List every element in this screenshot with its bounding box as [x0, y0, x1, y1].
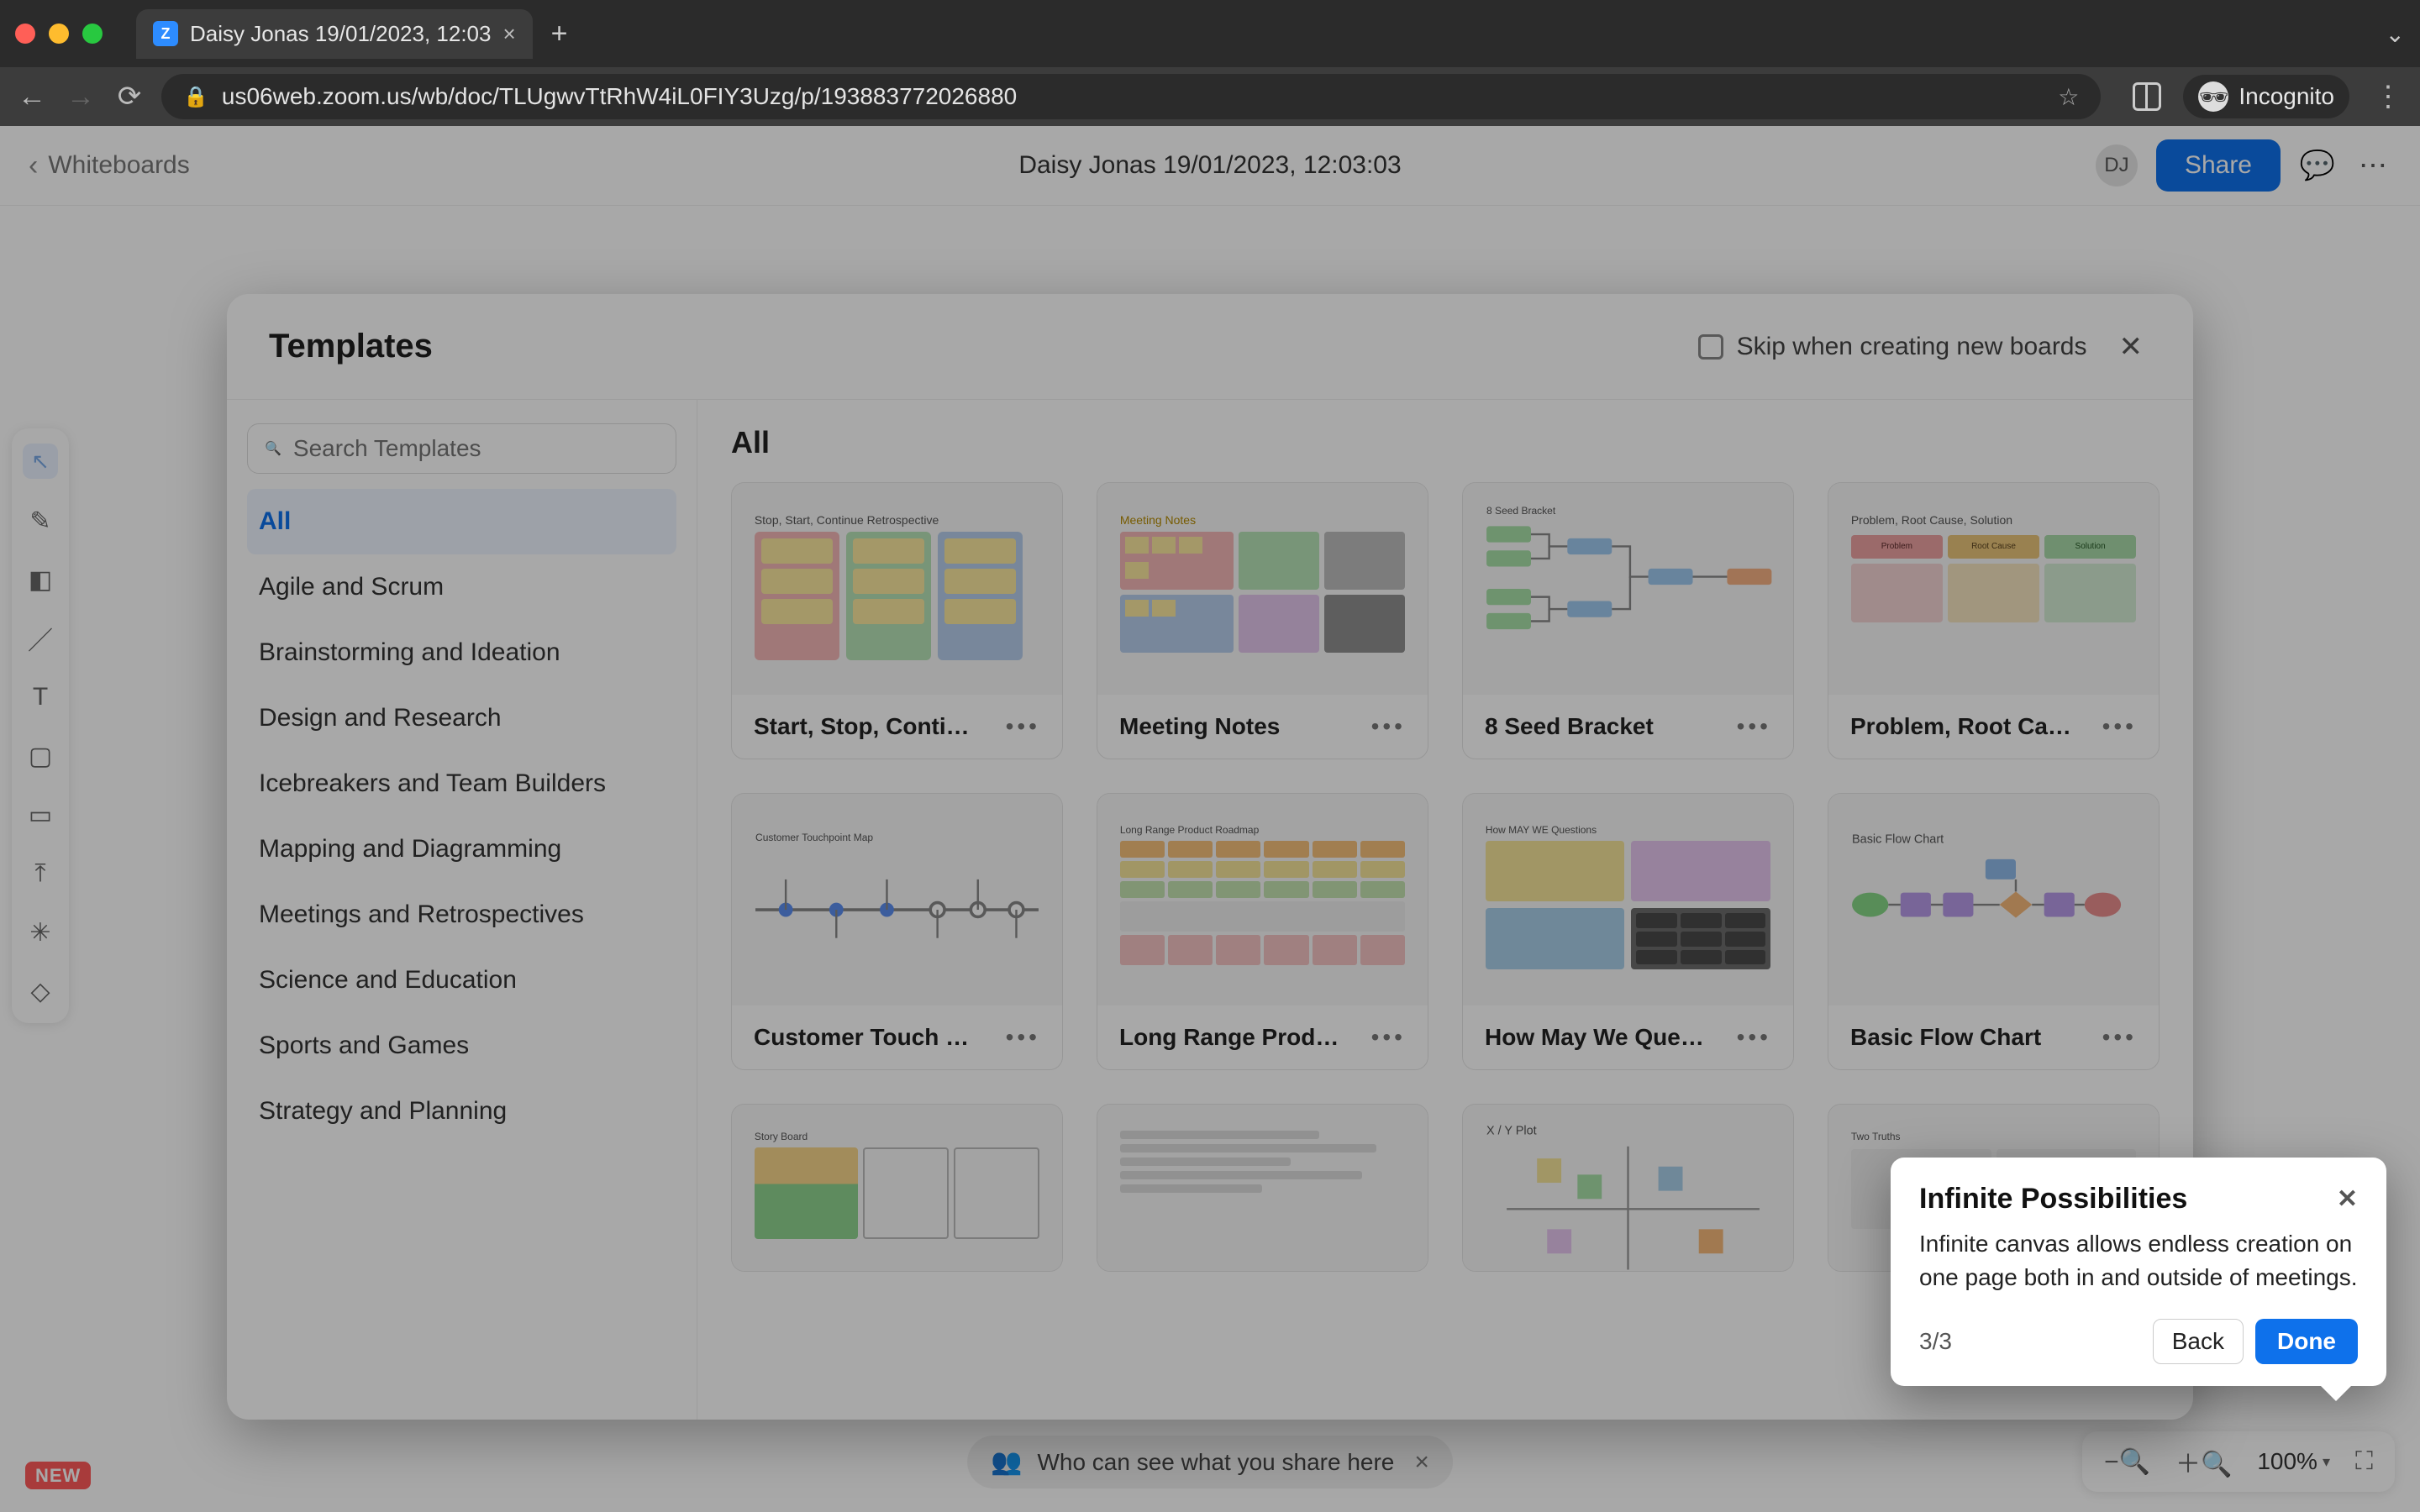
incognito-label: Incognito [2238, 83, 2334, 110]
lock-icon: 🔒 [183, 85, 208, 109]
side-panel-icon[interactable] [2133, 82, 2161, 111]
popover-back-button[interactable]: Back [2153, 1319, 2244, 1364]
browser-tab-strip: Z Daisy Jonas 19/01/2023, 12:03 × + ⌄ [0, 0, 2420, 67]
tab-close-icon[interactable]: × [502, 21, 515, 47]
popover-done-button[interactable]: Done [2255, 1319, 2358, 1364]
window-controls [15, 24, 103, 44]
incognito-icon: 🕶 [2198, 81, 2228, 112]
popover-close-icon[interactable]: ✕ [2337, 1184, 2358, 1214]
popover-body: Infinite canvas allows endless creation … [1919, 1227, 2358, 1295]
address-bar[interactable]: 🔒 us06web.zoom.us/wb/doc/TLUgwvTtRhW4iL0… [161, 74, 2101, 119]
window-close-icon[interactable] [15, 24, 35, 44]
new-tab-button[interactable]: + [551, 18, 568, 50]
window-minimize-icon[interactable] [49, 24, 69, 44]
nav-reload-icon[interactable]: ⟳ [113, 80, 146, 113]
popover-title: Infinite Possibilities [1919, 1183, 2187, 1215]
nav-back-icon[interactable]: ← [15, 80, 49, 113]
tab-overflow-icon[interactable]: ⌄ [2386, 20, 2405, 48]
star-bookmark-icon[interactable]: ☆ [2058, 83, 2079, 111]
app-viewport: ‹ Whiteboards Daisy Jonas 19/01/2023, 12… [0, 126, 2420, 1512]
browser-tab[interactable]: Z Daisy Jonas 19/01/2023, 12:03 × [136, 9, 533, 59]
tab-title: Daisy Jonas 19/01/2023, 12:03 [190, 21, 491, 47]
nav-forward-icon: → [64, 80, 97, 113]
zoom-favicon-icon: Z [153, 21, 178, 46]
window-zoom-icon[interactable] [82, 24, 103, 44]
overflow-menu-icon[interactable]: ⋮ [2371, 80, 2405, 113]
incognito-indicator[interactable]: 🕶 Incognito [2183, 75, 2349, 118]
url-text: us06web.zoom.us/wb/doc/TLUgwvTtRhW4iL0FI… [222, 83, 1017, 110]
onboarding-popover: Infinite Possibilities ✕ Infinite canvas… [1891, 1158, 2386, 1386]
popover-step: 3/3 [1919, 1328, 1952, 1355]
browser-toolbar: ← → ⟳ 🔒 us06web.zoom.us/wb/doc/TLUgwvTtR… [0, 67, 2420, 126]
